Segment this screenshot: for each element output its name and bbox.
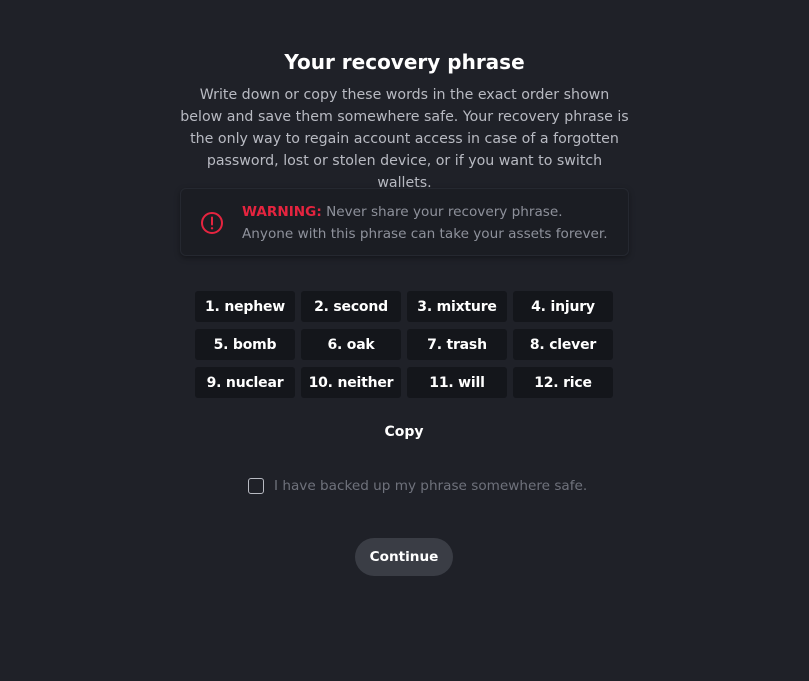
phrase-word-8: 8. clever <box>513 329 613 360</box>
warning-text: WARNING: Never share your recovery phras… <box>242 201 622 245</box>
phrase-word-12: 12. rice <box>513 367 613 398</box>
backup-checkbox-label[interactable]: I have backed up my phrase somewhere saf… <box>274 478 587 494</box>
phrase-word-11: 11. will <box>407 367 507 398</box>
phrase-word-2: 2. second <box>301 291 401 322</box>
backup-confirmation[interactable]: I have backed up my phrase somewhere saf… <box>248 476 587 496</box>
warning-line2: Anyone with this phrase can take your as… <box>242 226 608 242</box>
warning-line1: Never share your recovery phrase. <box>321 204 563 220</box>
phrase-word-10: 10. neither <box>301 367 401 398</box>
phrase-word-6: 6. oak <box>301 329 401 360</box>
phrase-word-4: 4. injury <box>513 291 613 322</box>
phrase-word-3: 3. mixture <box>407 291 507 322</box>
recovery-phrase-page: Your recovery phrase Write down or copy … <box>0 0 809 681</box>
page-title: Your recovery phrase <box>284 50 525 74</box>
warning-box: WARNING: Never share your recovery phras… <box>180 188 629 256</box>
warning-label: WARNING: <box>242 204 322 220</box>
phrase-word-7: 7. trash <box>407 329 507 360</box>
phrase-word-1: 1. nephew <box>195 291 295 322</box>
page-description: Write down or copy these words in the ex… <box>180 87 629 191</box>
copy-button[interactable]: Copy <box>354 420 454 444</box>
continue-button[interactable]: Continue <box>355 538 453 576</box>
backup-checkbox[interactable] <box>248 478 264 494</box>
alert-circle-icon <box>201 212 223 234</box>
phrase-word-9: 9. nuclear <box>195 367 295 398</box>
phrase-word-5: 5. bomb <box>195 329 295 360</box>
recovery-phrase-grid: 1. nephew 2. second 3. mixture 4. injury… <box>195 291 613 398</box>
